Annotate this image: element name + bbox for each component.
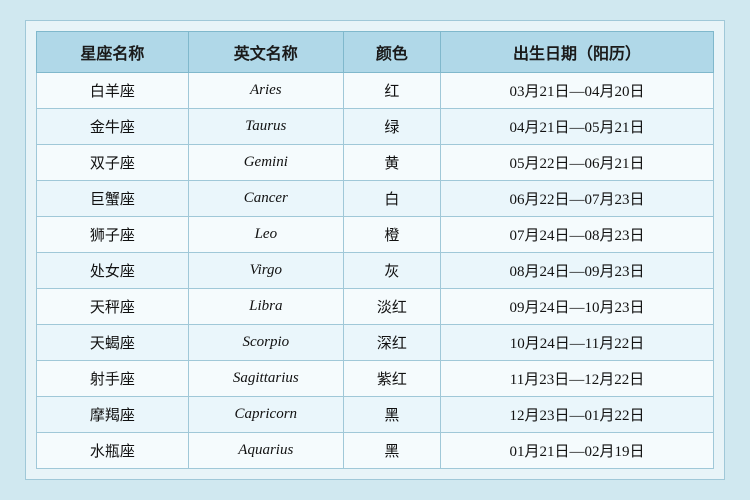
cell-1-1: Taurus [188,109,343,145]
cell-3-3: 06月22日—07月23日 [441,181,714,217]
column-header: 星座名称 [37,32,189,73]
table-row: 巨蟹座Cancer白06月22日—07月23日 [37,181,714,217]
cell-9-2: 黑 [343,397,440,433]
table-row: 金牛座Taurus绿04月21日—05月21日 [37,109,714,145]
cell-5-2: 灰 [343,253,440,289]
table-row: 白羊座Aries红03月21日—04月20日 [37,73,714,109]
cell-7-2: 深红 [343,325,440,361]
cell-5-3: 08月24日—09月23日 [441,253,714,289]
cell-4-0: 狮子座 [37,217,189,253]
cell-10-1: Aquarius [188,433,343,469]
cell-4-3: 07月24日—08月23日 [441,217,714,253]
cell-0-3: 03月21日—04月20日 [441,73,714,109]
column-header: 英文名称 [188,32,343,73]
cell-1-2: 绿 [343,109,440,145]
cell-10-2: 黑 [343,433,440,469]
table-row: 射手座Sagittarius紫红11月23日—12月22日 [37,361,714,397]
cell-4-2: 橙 [343,217,440,253]
cell-7-0: 天蝎座 [37,325,189,361]
cell-5-0: 处女座 [37,253,189,289]
cell-6-2: 淡红 [343,289,440,325]
cell-9-1: Capricorn [188,397,343,433]
cell-2-0: 双子座 [37,145,189,181]
cell-2-1: Gemini [188,145,343,181]
cell-3-1: Cancer [188,181,343,217]
cell-0-0: 白羊座 [37,73,189,109]
table-row: 天秤座Libra淡红09月24日—10月23日 [37,289,714,325]
cell-8-1: Sagittarius [188,361,343,397]
cell-7-3: 10月24日—11月22日 [441,325,714,361]
cell-3-2: 白 [343,181,440,217]
cell-10-3: 01月21日—02月19日 [441,433,714,469]
zodiac-table-container: 星座名称英文名称颜色出生日期（阳历） 白羊座Aries红03月21日—04月20… [25,20,725,480]
table-row: 处女座Virgo灰08月24日—09月23日 [37,253,714,289]
table-row: 摩羯座Capricorn黑12月23日—01月22日 [37,397,714,433]
cell-0-1: Aries [188,73,343,109]
cell-6-0: 天秤座 [37,289,189,325]
cell-1-3: 04月21日—05月21日 [441,109,714,145]
cell-8-0: 射手座 [37,361,189,397]
cell-10-0: 水瓶座 [37,433,189,469]
table-row: 天蝎座Scorpio深红10月24日—11月22日 [37,325,714,361]
cell-9-0: 摩羯座 [37,397,189,433]
zodiac-table: 星座名称英文名称颜色出生日期（阳历） 白羊座Aries红03月21日—04月20… [36,31,714,469]
table-row: 水瓶座Aquarius黑01月21日—02月19日 [37,433,714,469]
table-row: 双子座Gemini黄05月22日—06月21日 [37,145,714,181]
cell-8-2: 紫红 [343,361,440,397]
cell-5-1: Virgo [188,253,343,289]
table-header-row: 星座名称英文名称颜色出生日期（阳历） [37,32,714,73]
cell-2-3: 05月22日—06月21日 [441,145,714,181]
cell-8-3: 11月23日—12月22日 [441,361,714,397]
cell-1-0: 金牛座 [37,109,189,145]
table-row: 狮子座Leo橙07月24日—08月23日 [37,217,714,253]
cell-9-3: 12月23日—01月22日 [441,397,714,433]
cell-7-1: Scorpio [188,325,343,361]
cell-0-2: 红 [343,73,440,109]
cell-6-1: Libra [188,289,343,325]
cell-3-0: 巨蟹座 [37,181,189,217]
table-body: 白羊座Aries红03月21日—04月20日金牛座Taurus绿04月21日—0… [37,73,714,469]
column-header: 出生日期（阳历） [441,32,714,73]
cell-2-2: 黄 [343,145,440,181]
cell-6-3: 09月24日—10月23日 [441,289,714,325]
column-header: 颜色 [343,32,440,73]
cell-4-1: Leo [188,217,343,253]
